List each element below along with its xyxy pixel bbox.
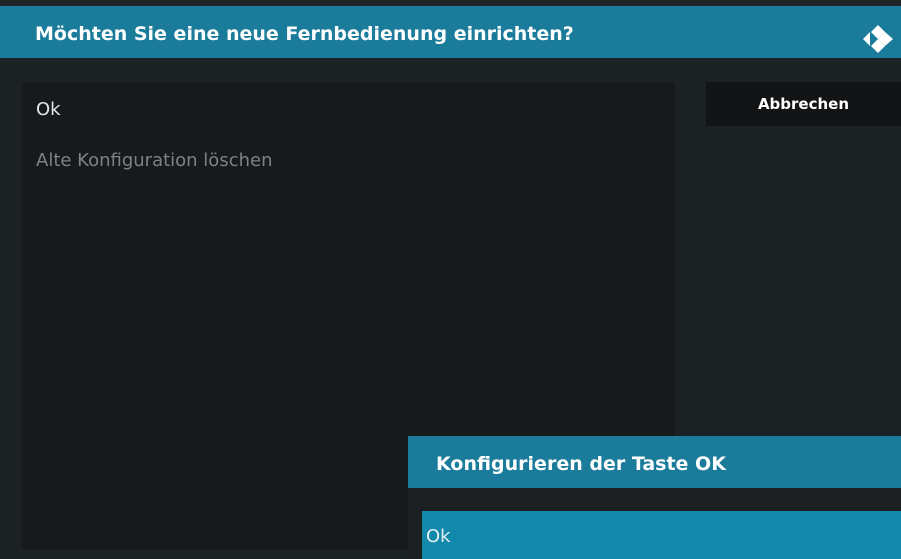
- remote-setup-screen: Möchten Sie eine neue Fernbedienung einr…: [0, 0, 901, 559]
- list-item-delete-config[interactable]: Alte Konfiguration löschen: [36, 152, 272, 170]
- cancel-button[interactable]: Abbrechen: [706, 82, 901, 126]
- key-config-item-label: Ok: [426, 526, 451, 547]
- list-item-ok[interactable]: Ok: [36, 101, 61, 119]
- dialog-title: Möchten Sie eine neue Fernbedienung einr…: [35, 23, 574, 45]
- kodi-logo-icon: [863, 25, 893, 53]
- key-config-header: Konfigurieren der Taste OK: [408, 436, 901, 488]
- key-config-item-ok[interactable]: Ok: [422, 511, 901, 559]
- key-config-title: Konfigurieren der Taste OK: [436, 453, 726, 475]
- key-config-dialog: Konfigurieren der Taste OK Ok: [408, 436, 901, 559]
- dialog-header: Möchten Sie eine neue Fernbedienung einr…: [0, 6, 901, 58]
